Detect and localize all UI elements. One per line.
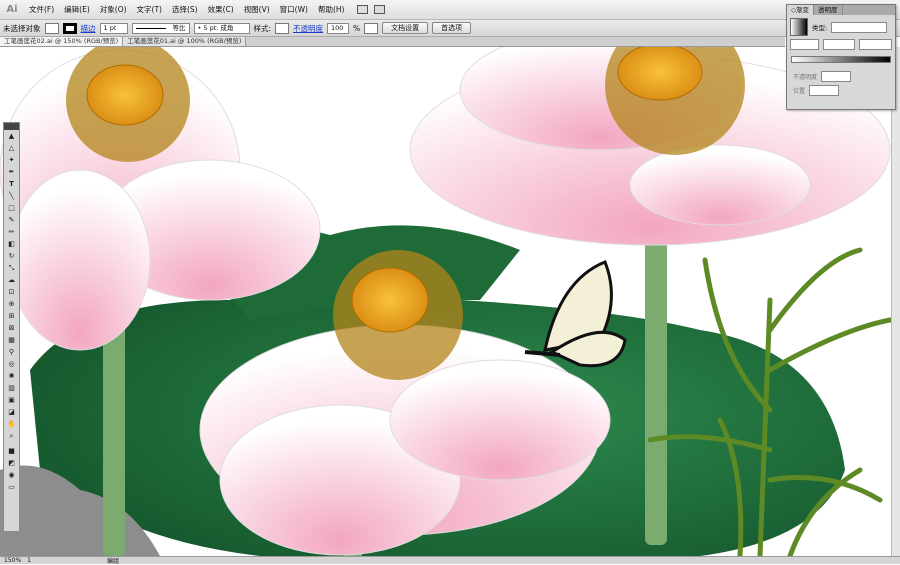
screen-mode-icon[interactable]: ▭	[6, 482, 17, 493]
fill-swatch[interactable]	[44, 22, 59, 34]
menu-bar: Ai 文件(F) 编辑(E) 对象(O) 文字(T) 选择(S) 效果(C) 视…	[0, 0, 900, 20]
tools-panel-header[interactable]	[4, 123, 19, 130]
direct-selection-tool-icon[interactable]: △	[6, 143, 17, 154]
status-bar: 150% 1 编组	[0, 556, 900, 565]
symbol-sprayer-tool-icon[interactable]: ✺	[6, 371, 17, 382]
style-swatch[interactable]	[275, 22, 290, 34]
stroke-swatch[interactable]	[62, 22, 77, 34]
perspective-grid-tool-icon[interactable]: ⊞	[6, 311, 17, 322]
tab-document-01[interactable]: 工笔画莲花01.ai @ 100% (RGB/预览)	[123, 37, 247, 46]
vertical-scrollbar[interactable]	[891, 47, 900, 556]
fill-stroke-icon[interactable]: ■	[6, 446, 17, 457]
menu-window[interactable]: 窗口(W)	[275, 0, 313, 20]
menu-object[interactable]: 对象(O)	[95, 0, 132, 20]
paintbrush-tool-icon[interactable]: ✎	[6, 215, 17, 226]
opacity-unit: %	[353, 23, 361, 33]
gradient-slider[interactable]	[791, 56, 891, 63]
type-tool-icon[interactable]: T	[6, 179, 17, 190]
free-transform-tool-icon[interactable]: ⊡	[6, 287, 17, 298]
menu-type[interactable]: 文字(T)	[132, 0, 167, 20]
tab-gradient[interactable]: ◇渐变	[787, 5, 814, 15]
stop-opacity-label: 不透明度	[793, 74, 818, 81]
menu-help[interactable]: 帮助(H)	[313, 0, 350, 20]
zoom-tool-icon[interactable]: ⌕	[6, 431, 17, 442]
main-menu: 文件(F) 编辑(E) 对象(O) 文字(T) 选择(S) 效果(C) 视图(V…	[24, 0, 349, 20]
pencil-tool-icon[interactable]: ✏	[6, 227, 17, 238]
bridge-icon[interactable]	[357, 5, 369, 14]
menu-select[interactable]: 选择(S)	[167, 0, 203, 20]
opacity-input[interactable]: 100	[327, 22, 350, 34]
stroke-weight-dropdown[interactable]: 1 pt	[99, 22, 128, 34]
menu-view[interactable]: 视图(V)	[239, 0, 275, 20]
color-mode-icon[interactable]: ◩	[6, 458, 17, 469]
recolor-icon[interactable]	[364, 22, 379, 34]
tab-transparency[interactable]: 透明度	[814, 5, 843, 15]
zoom-level[interactable]: 150%	[4, 557, 21, 564]
menu-tools	[357, 5, 386, 14]
warp-tool-icon[interactable]: ☁	[6, 275, 17, 286]
document-tabs: 工笔画莲花02.ai @ 150% (RGB/预览) 工笔画莲花01.ai @ …	[0, 37, 785, 47]
column-graph-tool-icon[interactable]: ▥	[6, 383, 17, 394]
menu-file[interactable]: 文件(F)	[24, 0, 59, 20]
gradient-preview[interactable]	[790, 18, 808, 36]
profile-dropdown[interactable]: 等比	[131, 22, 190, 34]
stroke-link[interactable]: 描边	[81, 23, 96, 34]
angle-input[interactable]	[822, 39, 856, 50]
rectangle-tool-icon[interactable]: □	[6, 203, 17, 214]
opacity-link[interactable]: 不透明度	[293, 23, 323, 34]
document-setup-button[interactable]: 文档设置	[382, 22, 429, 34]
style-label: 样式:	[253, 23, 272, 33]
stop-position-label: 位置	[793, 88, 806, 95]
lotus-artwork	[0, 47, 893, 556]
draw-mode-icon[interactable]: ◉	[6, 470, 17, 481]
selection-tool-icon[interactable]: ▲	[6, 131, 17, 142]
shape-builder-tool-icon[interactable]: ⊕	[6, 299, 17, 310]
line-tool-icon[interactable]: ╲	[6, 191, 17, 202]
stem-left	[103, 320, 125, 556]
tab-document-02[interactable]: 工笔画莲花02.ai @ 150% (RGB/预览)	[0, 37, 124, 46]
hand-tool-icon[interactable]: ✋	[6, 419, 17, 430]
eraser-tool-icon[interactable]: ◧	[6, 239, 17, 250]
eyedropper-tool-icon[interactable]: ⚲	[6, 347, 17, 358]
stem-right	[645, 205, 667, 545]
gradient-type-dropdown[interactable]	[831, 21, 888, 33]
rotate-tool-icon[interactable]: ↻	[6, 251, 17, 262]
app-logo: Ai	[6, 3, 18, 15]
mesh-tool-icon[interactable]: ⊠	[6, 323, 17, 334]
tools-panel: ▲ △ ✦ ✒ T ╲ □ ✎ ✏ ◧ ↻ ⤡ ☁ ⊡ ⊕ ⊞ ⊠ ▦ ⚲ ◎ …	[3, 122, 20, 532]
pen-tool-icon[interactable]: ✒	[6, 167, 17, 178]
type-label: 类型:	[812, 24, 828, 32]
gradient-panel: ◇渐变 透明度 类型: 不透明度 位置	[786, 4, 896, 110]
selection-label: 未选择对象	[3, 23, 41, 33]
preferences-button[interactable]: 首选项	[432, 22, 472, 34]
blend-tool-icon[interactable]: ◎	[6, 359, 17, 370]
artboard-canvas[interactable]: ▲ △ ✦ ✒ T ╲ □ ✎ ✏ ◧ ↻ ⤡ ☁ ⊡ ⊕ ⊞ ⊠ ▦ ⚲ ◎ …	[0, 47, 900, 556]
menu-effect[interactable]: 效果(C)	[203, 0, 239, 20]
slice-tool-icon[interactable]: ◪	[6, 407, 17, 418]
stop-position-input[interactable]	[809, 85, 840, 96]
brush-dropdown[interactable]: • 5 pt. 成角	[193, 22, 250, 34]
menu-edit[interactable]: 编辑(E)	[59, 0, 95, 20]
scale-tool-icon[interactable]: ⤡	[6, 263, 17, 274]
aspect-input[interactable]	[859, 39, 892, 50]
magic-wand-tool-icon[interactable]: ✦	[6, 155, 17, 166]
arrange-icon[interactable]	[374, 5, 386, 14]
panel-tabs: ◇渐变 透明度	[787, 5, 895, 15]
artboard-tool-icon[interactable]: ▣	[6, 395, 17, 406]
stroke-gradient-options[interactable]	[790, 39, 819, 50]
control-bar: 未选择对象 描边 1 pt 等比 • 5 pt. 成角 样式: 不透明度 100…	[0, 20, 900, 37]
stop-opacity-input[interactable]	[821, 71, 852, 82]
gradient-tool-icon[interactable]: ▦	[6, 335, 17, 346]
artboard-number[interactable]: 1	[27, 557, 31, 564]
